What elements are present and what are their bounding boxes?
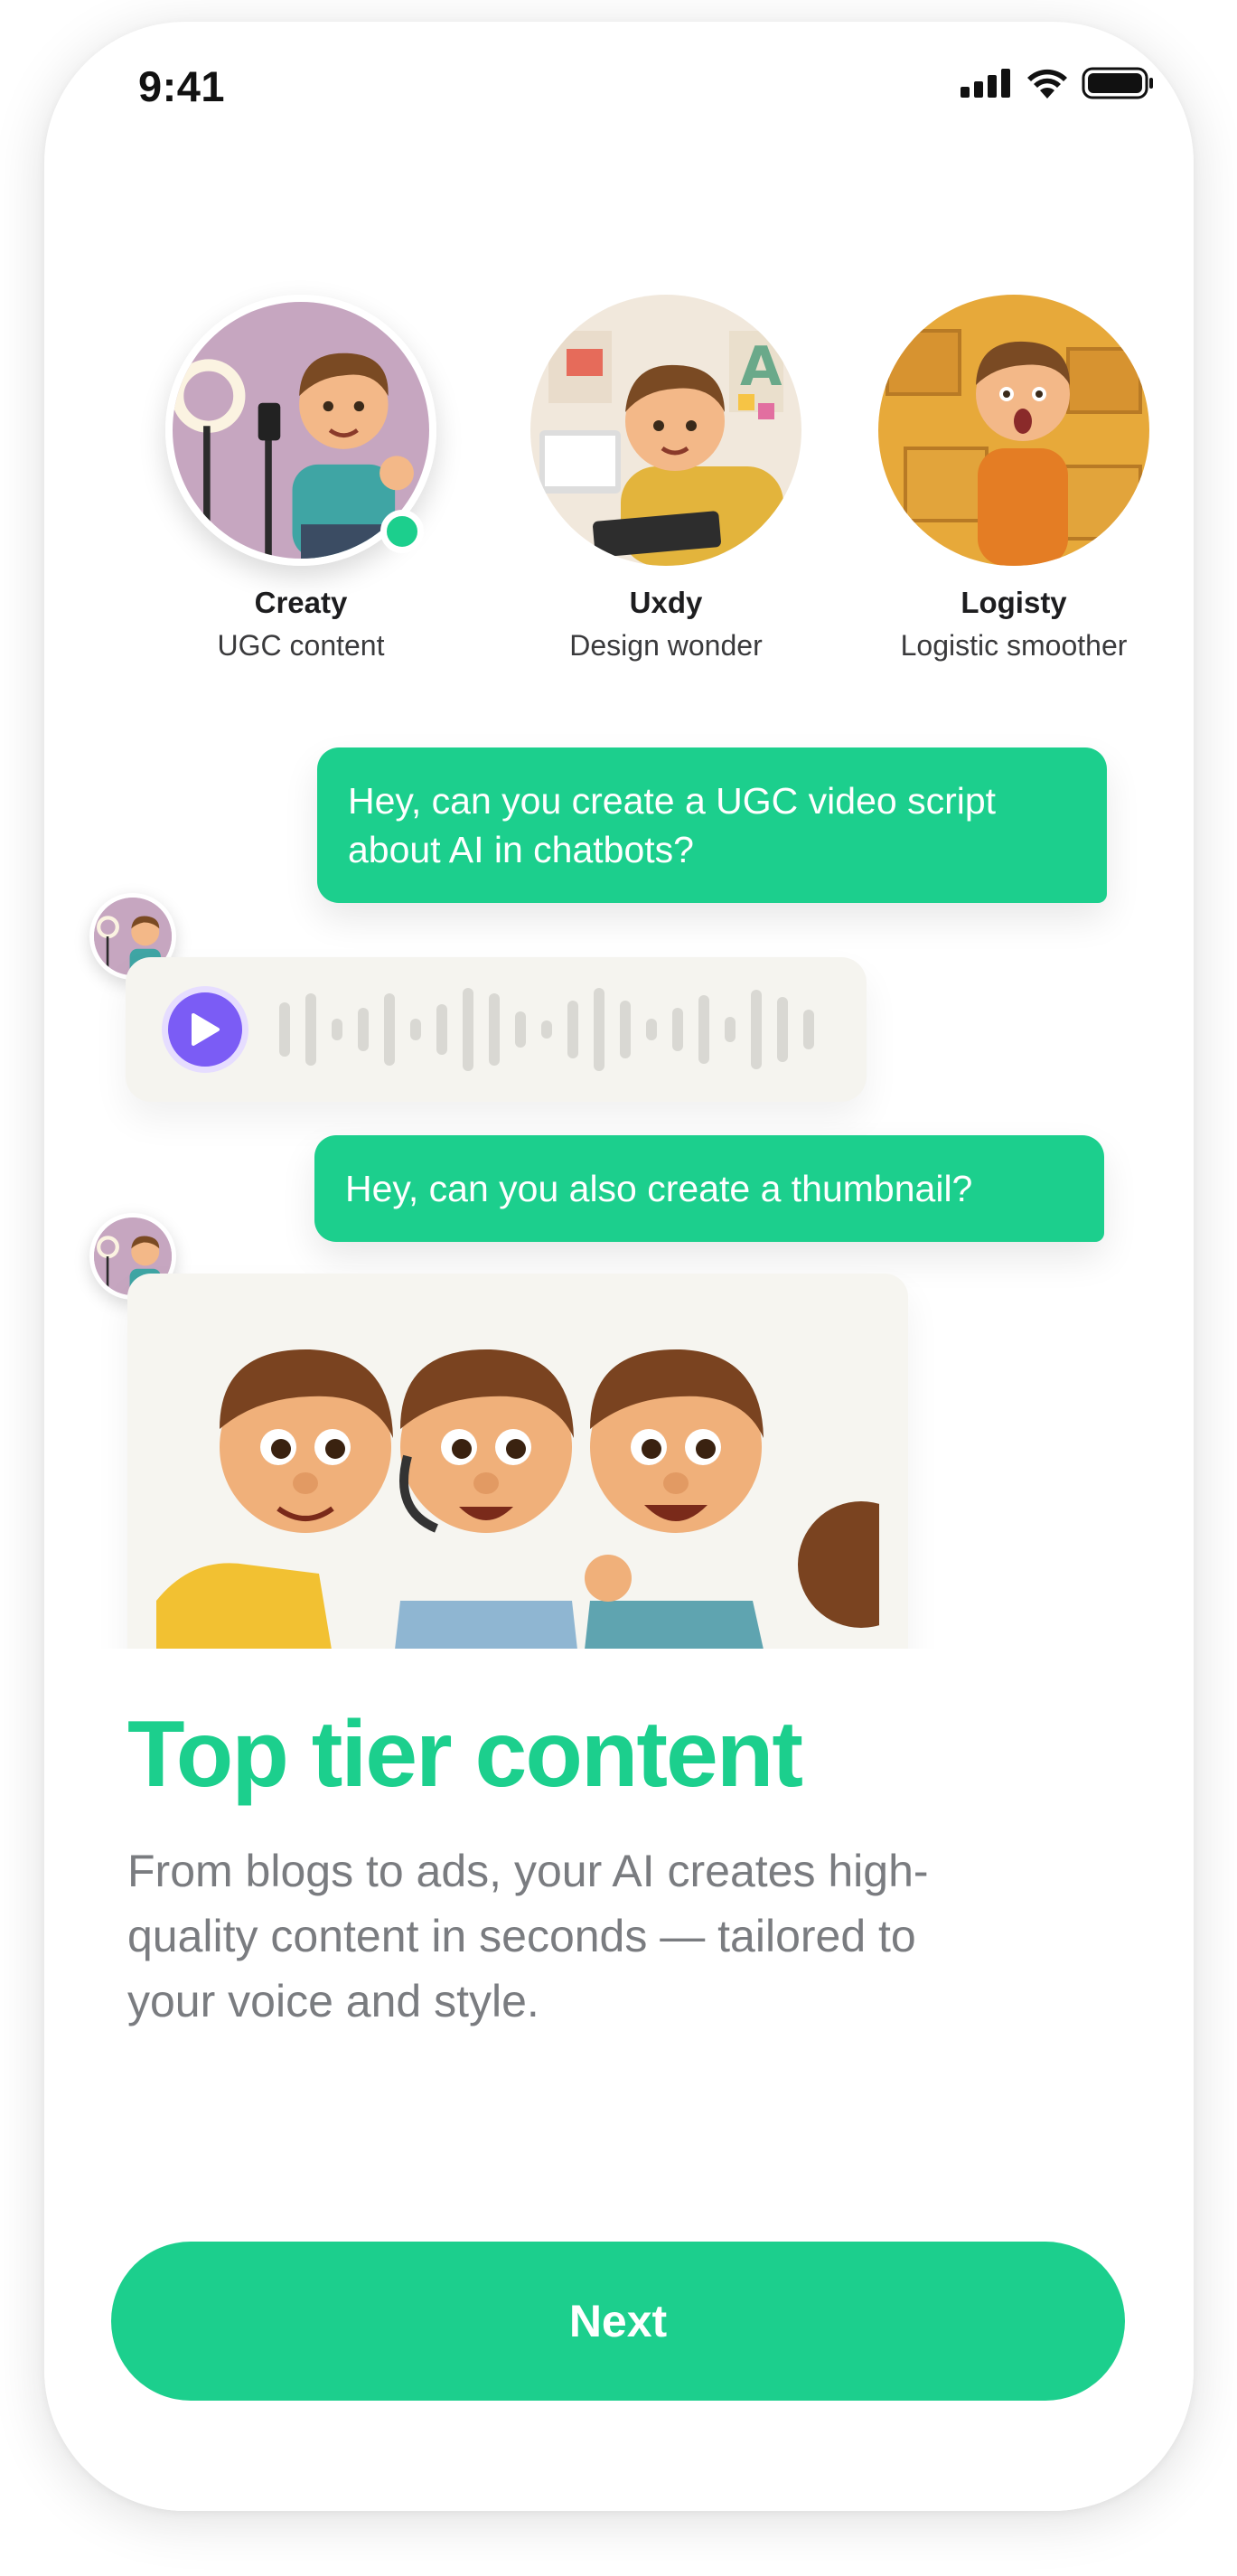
- description-line: From blogs to ads, your AI creates high-: [127, 1846, 929, 1896]
- agent-avatar-uxdy: A: [530, 295, 801, 566]
- voice-message: [126, 957, 867, 1102]
- agent-avatar-wrap: [165, 295, 436, 566]
- agent-avatar-logisty: [878, 295, 1149, 566]
- phone-screen: 9:41 Creaty UGC content A Uxdy Design wo…: [44, 22, 1194, 2511]
- onboarding-title: Top tier content: [127, 1702, 803, 1807]
- wifi-icon: [1027, 69, 1067, 99]
- agent-name: Creaty: [254, 586, 348, 619]
- agent-avatar-wrap: [878, 295, 1149, 566]
- status-time: 9:41: [138, 62, 226, 110]
- next-button[interactable]: Next: [111, 2242, 1125, 2401]
- agent-avatar-wrap: A: [530, 295, 801, 566]
- message-line: Hey, can you create a UGC video script: [348, 780, 997, 822]
- message-text: Hey, can you also create a thumbnail?: [345, 1168, 973, 1209]
- user-message-bubble: Hey, can you also create a thumbnail?: [314, 1135, 1104, 1242]
- agent-role: Design wonder: [569, 629, 763, 662]
- message-line: about AI in chatbots?: [348, 829, 694, 870]
- signal-icon: [961, 69, 1010, 98]
- status-icons: [961, 67, 1154, 99]
- description-line: quality content in seconds — tailored to: [127, 1911, 916, 1961]
- agent-role: UGC content: [217, 629, 385, 662]
- agent-logisty[interactable]: Logisty Logistic smoother: [851, 295, 1176, 663]
- description-line: your voice and style.: [127, 1976, 539, 2026]
- waveform: [279, 988, 814, 1071]
- message-text: Hey, can you create a UGC video script a…: [348, 776, 996, 874]
- agent-role: Logistic smoother: [900, 629, 1128, 662]
- play-icon: [192, 1013, 220, 1046]
- agent-name: Uxdy: [629, 586, 703, 619]
- agent-name: Logisty: [961, 586, 1067, 619]
- battery-icon: [1082, 67, 1153, 99]
- user-message-bubble: Hey, can you create a UGC video script a…: [317, 747, 1107, 903]
- agent-creaty[interactable]: Creaty UGC content: [138, 295, 464, 663]
- agent-uxdy[interactable]: A Uxdy Design wonder: [503, 295, 829, 663]
- online-status-dot: [380, 510, 424, 553]
- play-button[interactable]: [162, 986, 248, 1073]
- svg-text:A: A: [740, 335, 782, 399]
- onboarding-description: From blogs to ads, your AI creates high-…: [127, 1838, 1085, 2034]
